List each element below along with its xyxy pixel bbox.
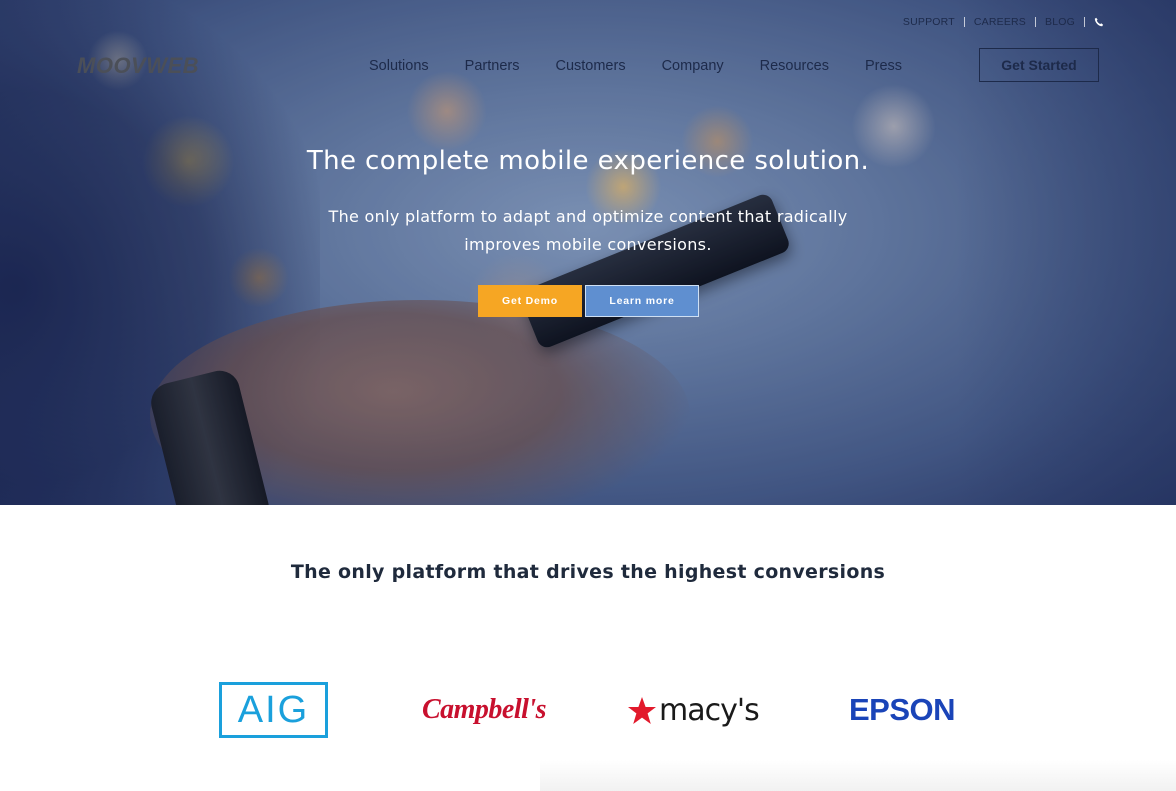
nav-item-resources[interactable]: Resources (760, 58, 829, 74)
phone-icon[interactable] (1094, 17, 1104, 27)
macys-logo: macy's (627, 692, 760, 730)
macys-star-icon (628, 697, 656, 724)
logo-text: MOOVWEB (77, 53, 200, 78)
get-started-button[interactable]: Get Started (979, 48, 1099, 82)
nav-item-partners[interactable]: Partners (465, 58, 520, 74)
hero-title: The complete mobile experience solution. (306, 146, 870, 176)
bottom-shadow (540, 760, 1176, 791)
customers-heading: The only platform that drives the highes… (290, 561, 886, 583)
get-demo-button[interactable]: Get Demo (478, 285, 582, 317)
hero-banner: SUPPORT CAREERS BLOG MOOVWEB Solutions P… (0, 0, 1176, 505)
macys-logo-text: macy's (659, 693, 760, 728)
aig-logo: AIG (219, 682, 328, 738)
utility-nav: SUPPORT CAREERS BLOG (903, 15, 1104, 29)
careers-link[interactable]: CAREERS (974, 16, 1026, 28)
main-nav: Solutions Partners Customers Company Res… (369, 56, 938, 76)
utility-divider (963, 17, 965, 27)
utility-divider (1084, 17, 1085, 27)
moovweb-logo[interactable]: MOOVWEB (77, 55, 237, 77)
nav-item-company[interactable]: Company (662, 58, 724, 74)
customer-logos: AIG Campbell's macy's EPSON (0, 675, 1176, 745)
hero-subtitle: The only platform to adapt and optimize … (328, 207, 848, 254)
utility-divider (1035, 17, 1037, 27)
nav-item-press[interactable]: Press (865, 58, 902, 74)
nav-item-solutions[interactable]: Solutions (369, 58, 429, 74)
epson-logo-text: EPSON (848, 692, 956, 727)
campbells-logo-text: Campbell's (421, 694, 547, 725)
learn-more-button[interactable]: Learn more (585, 285, 699, 317)
support-link[interactable]: SUPPORT (903, 16, 955, 28)
campbells-logo: Campbell's (421, 691, 547, 729)
blog-link[interactable]: BLOG (1045, 16, 1075, 28)
epson-logo: EPSON (845, 692, 959, 727)
aig-logo-text: AIG (237, 688, 310, 731)
nav-item-customers[interactable]: Customers (555, 58, 625, 74)
hero-cta-group: Get Demo Learn more (478, 285, 699, 317)
